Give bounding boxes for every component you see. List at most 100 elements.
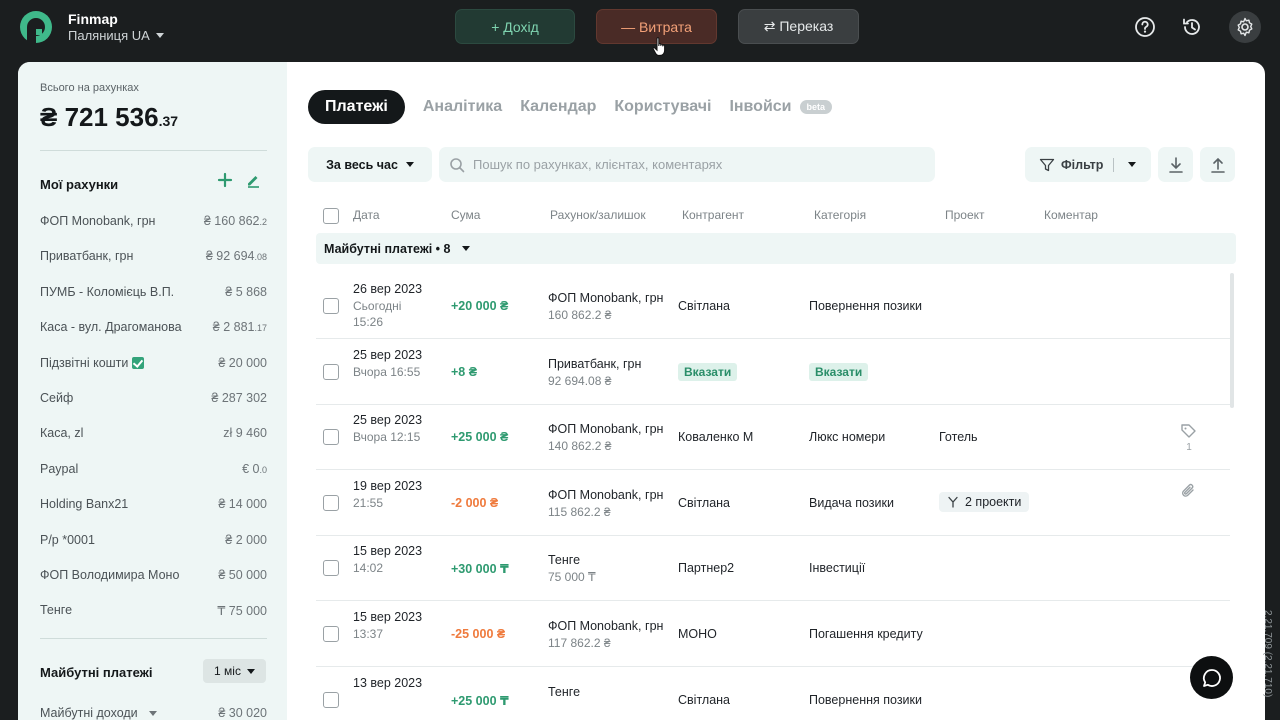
- row-amount: +25 000 ₸: [451, 693, 509, 708]
- row-checkbox[interactable]: [323, 494, 339, 511]
- help-icon[interactable]: [1129, 11, 1161, 43]
- account-item[interactable]: ПУМБ - Коломієць В.П. ₴ 5 868: [40, 285, 267, 299]
- search-input[interactable]: [473, 157, 913, 172]
- tab-calendar[interactable]: Календар: [520, 98, 596, 116]
- account-item[interactable]: Підзвітні кошти ₴ 20 000: [40, 356, 267, 370]
- row-checkbox[interactable]: [323, 691, 339, 708]
- row-amount: +8 ₴: [451, 364, 478, 379]
- set-category-tag[interactable]: Вказати: [809, 362, 869, 381]
- company-name: Паляниця UA: [68, 28, 150, 43]
- download-button[interactable]: [1158, 147, 1193, 182]
- row-amount: -25 000 ₴: [451, 627, 506, 641]
- account-balance-main: ₴ 92 694: [205, 249, 255, 264]
- chevron-down-icon[interactable]: [1128, 162, 1137, 167]
- finmap-logo-icon[interactable]: [18, 9, 54, 45]
- account-balance-cents: .2: [259, 217, 267, 227]
- row-project[interactable]: 2 проекти: [939, 491, 1030, 512]
- table-row[interactable]: 25 вер 2023 Вчора 16:55 +8 ₴ Приватбанк,…: [316, 340, 1230, 405]
- header-amount[interactable]: Сума: [451, 208, 480, 222]
- chat-bubble-icon: [1202, 668, 1221, 687]
- account-balance-cents: .17: [254, 323, 267, 334]
- header-comment[interactable]: Коментар: [1044, 208, 1098, 222]
- row-attachment[interactable]: [1180, 481, 1198, 504]
- set-counterparty-tag[interactable]: Вказати: [678, 362, 738, 381]
- account-balance: € 0.0: [242, 462, 267, 476]
- row-checkbox[interactable]: [323, 363, 339, 380]
- account-item[interactable]: Каса, zl zł 9 460: [40, 426, 267, 440]
- row-counterparty-value: Коваленко М: [678, 430, 754, 445]
- account-balance-main: ₴ 20 000: [218, 355, 267, 370]
- header-category[interactable]: Категорія: [814, 208, 866, 222]
- row-time: 15:26: [353, 315, 384, 329]
- account-item[interactable]: ФОП Володимира Моно ₴ 50 000: [40, 568, 267, 582]
- add-income-button[interactable]: + Дохід: [455, 9, 575, 44]
- future-period-value: 1 міс: [214, 664, 241, 678]
- account-item[interactable]: Paypal € 0.0: [40, 462, 267, 476]
- table-row[interactable]: 15 вер 2023 14:02 +30 000 ₸ Тенге 75 000…: [316, 536, 1230, 602]
- account-item[interactable]: ФОП Monobank, грн ₴ 160 862.2: [40, 214, 267, 228]
- future-income-row[interactable]: Майбутні доходи ₴ 30 020: [40, 706, 267, 720]
- account-item[interactable]: Сейф ₴ 287 302: [40, 391, 267, 405]
- table-row[interactable]: 19 вер 2023 21:55 -2 000 ₴ ФОП Monobank,…: [316, 471, 1230, 536]
- account-item[interactable]: Приватбанк, грн ₴ 92 694.08: [40, 249, 267, 263]
- future-payments-title: Майбутні платежі: [40, 665, 153, 680]
- select-all-checkbox[interactable]: [323, 208, 339, 224]
- future-income-label-text: Майбутні доходи: [40, 706, 138, 720]
- table-scrollbar[interactable]: [1230, 273, 1234, 408]
- settings-gear-icon[interactable]: [1229, 11, 1261, 43]
- account-balance: ₴ 160 862.2: [204, 214, 267, 228]
- table-row[interactable]: 15 вер 2023 13:37 -25 000 ₴ ФОП Monobank…: [316, 602, 1230, 667]
- account-item[interactable]: Тенге ₸ 75 000: [40, 603, 267, 618]
- edit-accounts-pencil-icon[interactable]: [245, 172, 261, 188]
- table-row[interactable]: 26 вер 2023 Сьогодні 15:26 +20 000 ₴ ФОП…: [316, 274, 1230, 339]
- account-balance-main: € 0: [242, 461, 260, 476]
- row-tags[interactable]: 1: [1180, 423, 1198, 453]
- header-account[interactable]: Рахунок/залишок: [550, 208, 646, 222]
- row-counterparty-value: Партнер2: [678, 561, 735, 576]
- row-date-value: 25 вер 2023: [353, 413, 423, 428]
- header-date[interactable]: Дата: [353, 208, 380, 222]
- table-row[interactable]: 13 вер 2023 +25 000 ₸ Тенге Світлана Пов…: [316, 668, 1230, 720]
- period-dropdown[interactable]: За весь час: [308, 147, 432, 182]
- tab-payments[interactable]: Платежі: [308, 90, 405, 124]
- row-category: Люкс номери: [809, 430, 885, 444]
- account-balance: ₴ 50 000: [218, 568, 267, 582]
- filter-button[interactable]: Фільтр: [1025, 147, 1151, 182]
- header-counterparty[interactable]: Контрагент: [682, 208, 744, 222]
- row-account: Приватбанк, грн 92 694.08 ₴: [548, 357, 641, 388]
- row-checkbox[interactable]: [323, 429, 339, 446]
- divider: [40, 150, 267, 151]
- chat-button[interactable]: [1190, 656, 1233, 699]
- row-amount: +30 000 ₸: [451, 562, 509, 577]
- tab-users[interactable]: Користувачі: [614, 98, 711, 116]
- row-checkbox[interactable]: [323, 298, 339, 314]
- header-project[interactable]: Проект: [945, 208, 985, 222]
- tab-analytics[interactable]: Аналітика: [423, 98, 502, 116]
- row-counterparty: Світлана: [678, 693, 730, 707]
- company-switcher[interactable]: Паляниця UA: [68, 28, 164, 43]
- row-date-sub: 21:55: [353, 495, 384, 510]
- multi-project-badge[interactable]: 2 проекти: [939, 491, 1030, 512]
- row-checkbox[interactable]: [323, 560, 339, 577]
- upload-button[interactable]: [1200, 147, 1235, 182]
- future-payments-toggle[interactable]: Майбутні платежі • 8: [316, 233, 1236, 264]
- add-account-plus-icon[interactable]: [217, 172, 233, 188]
- account-item[interactable]: Holding Banx21 ₴ 14 000: [40, 497, 267, 511]
- top-bar: Finmap Паляниця UA + Дохід — Витрата ⇄ П…: [0, 0, 1280, 62]
- account-item[interactable]: Каса - вул. Драгоманова ₴ 2 881.17: [40, 320, 267, 334]
- account-name-wrap: Підзвітні кошти: [40, 356, 145, 370]
- row-counterparty[interactable]: Вказати: [678, 362, 738, 381]
- row-category: Інвестиції: [809, 561, 865, 575]
- account-balance-cents: .08: [254, 252, 267, 263]
- add-transfer-button[interactable]: ⇄ Переказ: [738, 9, 859, 44]
- account-item[interactable]: Р/р *0001 ₴ 2 000: [40, 533, 267, 547]
- row-checkbox[interactable]: [323, 626, 339, 642]
- table-row[interactable]: 25 вер 2023 Вчора 12:15 +25 000 ₴ ФОП Mo…: [316, 405, 1230, 471]
- history-icon[interactable]: [1176, 11, 1208, 43]
- row-category[interactable]: Вказати: [809, 362, 869, 381]
- future-period-dropdown[interactable]: 1 міс: [203, 659, 266, 683]
- account-name: Каса, zl: [40, 426, 84, 441]
- tab-invoices[interactable]: Інвойси: [729, 98, 791, 116]
- row-category-value: Повернення позики: [809, 692, 922, 707]
- row-category-value: Люкс номери: [809, 430, 886, 445]
